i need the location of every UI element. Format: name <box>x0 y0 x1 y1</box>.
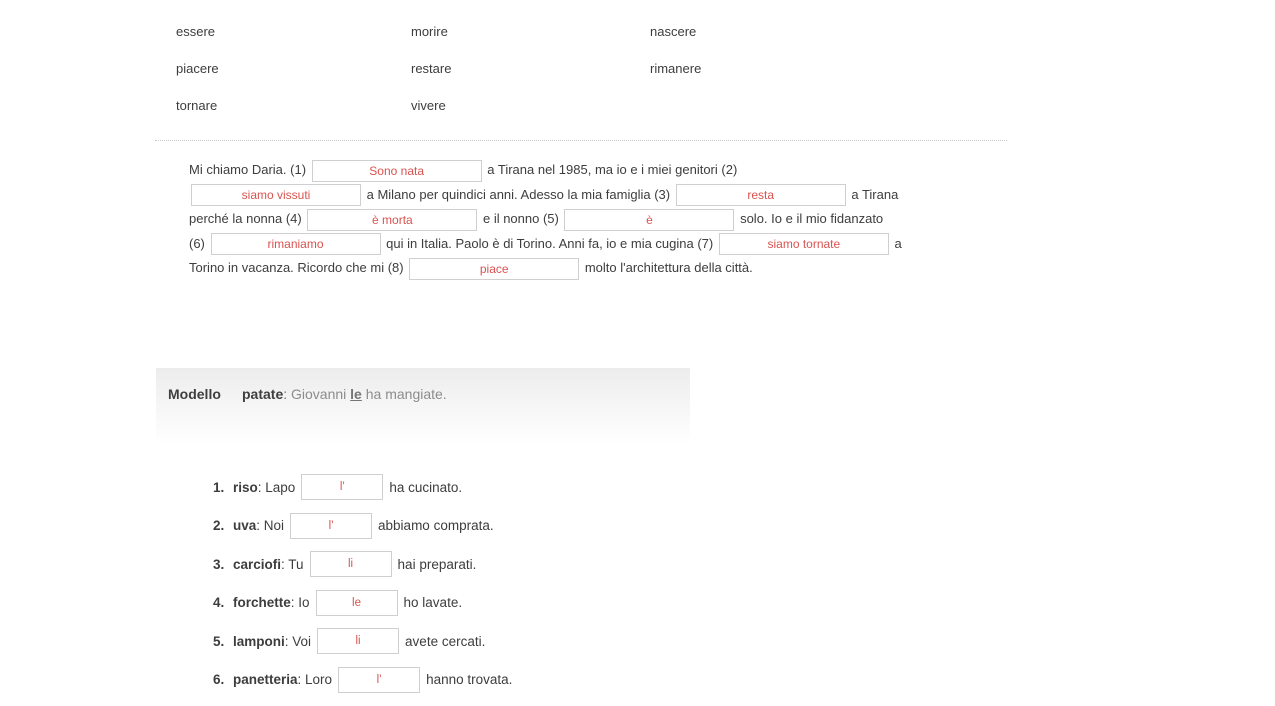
word-bank: esseremorirenascere piacererestarerimaner… <box>176 25 836 135</box>
exercise-item: 3.carciofi: Tu hai preparati. <box>213 551 512 577</box>
exercise-item: 6.panetteria: Loro hanno trovata. <box>213 667 512 693</box>
word-bank-item: vivere <box>411 99 650 136</box>
item-text-pre: : Io <box>291 595 310 610</box>
paragraph-text: (6) <box>189 236 209 251</box>
modello-sentence-post: ha mangiate. <box>362 386 447 402</box>
item-keyword: riso <box>233 480 258 495</box>
answer-input[interactable] <box>301 474 383 500</box>
paragraph-text: molto l'architettura della città. <box>581 260 753 275</box>
answer-input[interactable] <box>338 667 420 693</box>
item-keyword: forchette <box>233 595 291 610</box>
fill-blank-input[interactable] <box>719 233 889 255</box>
word-bank-item: essere <box>176 25 411 62</box>
answer-input[interactable] <box>290 513 372 539</box>
modello-separator: : <box>283 386 291 402</box>
paragraph-text: a Tirana <box>848 187 899 202</box>
paragraph-line: Torino in vacanza. Ricordo che mi (8) mo… <box>189 256 899 281</box>
item-text-pre: : Voi <box>285 634 311 649</box>
item-keyword: carciofi <box>233 557 281 572</box>
item-text-pre: : Tu <box>281 557 304 572</box>
exercise-list: 1.riso: Lapo ha cucinato. 2.uva: Noi abbiam… <box>213 474 512 706</box>
modello-pronoun: le <box>350 386 362 402</box>
fill-paragraph: Mi chiamo Daria. (1) a Tirana nel 1985, … <box>189 158 899 281</box>
paragraph-line: Mi chiamo Daria. (1) a Tirana nel 1985, … <box>189 158 899 183</box>
fill-blank-input[interactable] <box>676 184 846 206</box>
paragraph-text: a <box>891 236 902 251</box>
item-text-post: hanno trovata. <box>426 672 512 687</box>
word-bank-item: rimanere <box>650 62 836 99</box>
section-divider <box>155 140 1007 141</box>
word-bank-item: morire <box>411 25 650 62</box>
modello-sentence-pre: Giovanni <box>291 386 350 402</box>
item-number: 1. <box>213 480 233 495</box>
exercise-item: 1.riso: Lapo ha cucinato. <box>213 474 512 500</box>
answer-input[interactable] <box>310 551 392 577</box>
paragraph-text: qui in Italia. Paolo è di Torino. Anni f… <box>383 236 717 251</box>
exercise-page: esseremorirenascere piacererestarerimaner… <box>0 0 1275 706</box>
fill-blank-input[interactable] <box>211 233 381 255</box>
paragraph-line: (6) qui in Italia. Paolo è di Torino. An… <box>189 232 899 257</box>
item-number: 6. <box>213 672 233 687</box>
exercise-item: 2.uva: Noi abbiamo comprata. <box>213 513 512 539</box>
item-text-post: avete cercati. <box>405 634 485 649</box>
item-keyword: uva <box>233 518 256 533</box>
fill-blank-input[interactable] <box>312 160 482 182</box>
item-keyword: lamponi <box>233 634 285 649</box>
fill-blank-input[interactable] <box>191 184 361 206</box>
modello-label: Modello <box>168 386 242 402</box>
word-bank-item: restare <box>411 62 650 99</box>
item-text-pre: : Noi <box>256 518 284 533</box>
item-text-post: abbiamo comprata. <box>378 518 494 533</box>
fill-blank-input[interactable] <box>409 258 579 280</box>
item-text-pre: : Loro <box>298 672 333 687</box>
paragraph-text: a Milano per quindici anni. Adesso la mi… <box>363 187 674 202</box>
answer-input[interactable] <box>316 590 398 616</box>
item-keyword: panetteria <box>233 672 298 687</box>
word-bank-item: nascere <box>650 25 836 62</box>
word-bank-item: piacere <box>176 62 411 99</box>
item-number: 5. <box>213 634 233 649</box>
fill-blank-input[interactable] <box>564 209 734 231</box>
item-text-pre: : Lapo <box>258 480 296 495</box>
paragraph-text: a Tirana nel 1985, ma io e i miei genito… <box>484 162 738 177</box>
exercise-item: 4.forchette: Io ho lavate. <box>213 590 512 616</box>
item-text-post: hai preparati. <box>398 557 477 572</box>
paragraph-text: solo. Io e il mio fidanzato <box>736 211 883 226</box>
paragraph-text: Torino in vacanza. Ricordo che mi (8) <box>189 260 407 275</box>
item-number: 3. <box>213 557 233 572</box>
modello-keyword: patate <box>242 386 283 402</box>
item-number: 4. <box>213 595 233 610</box>
paragraph-text: e il nonno (5) <box>479 211 562 226</box>
item-text-post: ho lavate. <box>404 595 463 610</box>
word-bank-item: tornare <box>176 99 411 136</box>
exercise-item: 5.lamponi: Voi avete cercati. <box>213 628 512 654</box>
paragraph-text: perché la nonna (4) <box>189 211 305 226</box>
fill-blank-input[interactable] <box>307 209 477 231</box>
item-text-post: ha cucinato. <box>389 480 462 495</box>
paragraph-line: a Milano per quindici anni. Adesso la mi… <box>189 183 899 208</box>
modello-box: Modellopatate: Giovanni le ha mangiate. <box>156 368 690 445</box>
paragraph-text: Mi chiamo Daria. (1) <box>189 162 310 177</box>
item-number: 2. <box>213 518 233 533</box>
paragraph-line: perché la nonna (4) e il nonno (5) solo.… <box>189 207 899 232</box>
answer-input[interactable] <box>317 628 399 654</box>
